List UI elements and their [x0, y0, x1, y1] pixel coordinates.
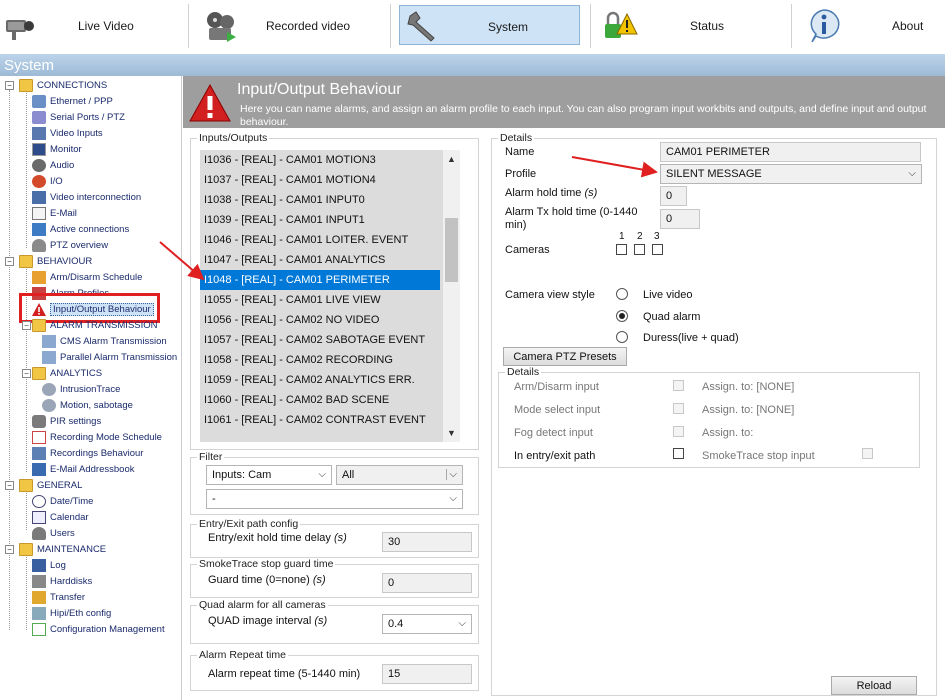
annotation-arrow	[571, 156, 658, 178]
annotation-arrows	[159, 156, 658, 281]
annotation-arrow	[159, 241, 205, 281]
